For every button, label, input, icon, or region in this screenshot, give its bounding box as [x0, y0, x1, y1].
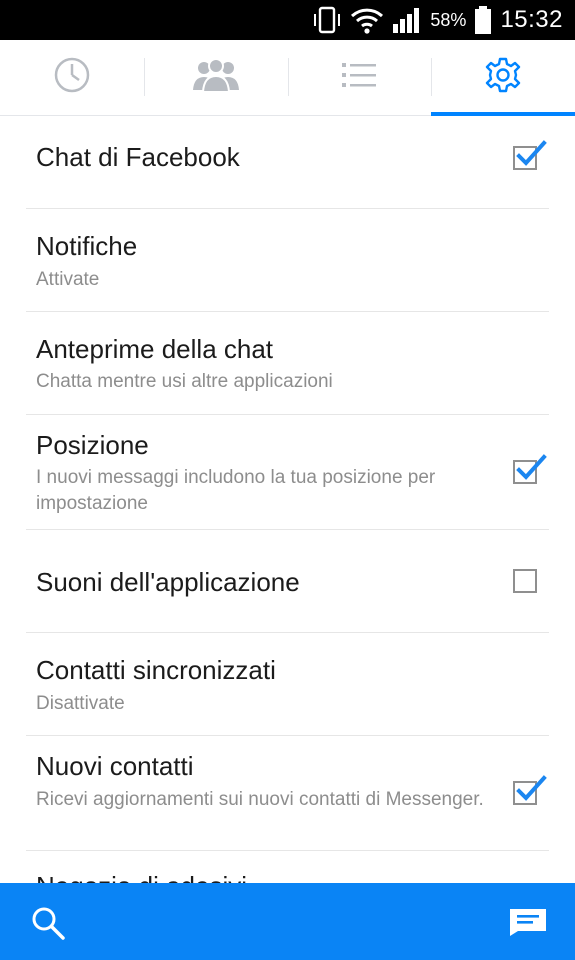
tab-groups[interactable] — [287, 40, 432, 115]
clock-time: 15:32 — [500, 6, 563, 33]
wifi-icon — [350, 6, 384, 34]
tab-recent[interactable] — [0, 40, 144, 115]
status-bar: 58% 15:32 — [0, 0, 575, 40]
setting-title: Suoni dell'applicazione — [36, 567, 300, 597]
setting-new-contacts[interactable]: Nuovi contatti Ricevi aggiornamenti sui … — [26, 736, 549, 851]
setting-subtitle: I nuovi messaggi includono la tua posizi… — [36, 467, 436, 514]
settings-list: Chat di Facebook Notifiche Attivate Ante… — [0, 116, 575, 954]
setting-title: Chat di Facebook — [36, 142, 240, 172]
checkmark-icon — [516, 775, 547, 801]
setting-location[interactable]: Posizione I nuovi messaggi includono la … — [26, 415, 549, 530]
setting-notifications[interactable]: Notifiche Attivate — [26, 209, 549, 312]
signal-icon — [392, 6, 424, 34]
battery-icon — [474, 5, 492, 35]
battery-percent: 58% — [430, 9, 467, 30]
setting-title: Notifiche — [36, 231, 138, 261]
setting-title: Nuovi contatti — [36, 751, 194, 781]
checkmark-icon — [516, 454, 547, 480]
new-contacts-checkbox[interactable] — [513, 775, 547, 805]
setting-facebook-chat[interactable]: Chat di Facebook — [26, 116, 549, 209]
app-sounds-checkbox[interactable] — [513, 569, 537, 593]
setting-subtitle: Chatta mentre usi altre applicazioni — [36, 371, 333, 392]
setting-chat-heads[interactable]: Anteprime della chat Chatta mentre usi a… — [26, 312, 549, 415]
gear-icon — [484, 56, 522, 99]
tab-bar — [0, 40, 575, 116]
setting-title: Contatti sincronizzati — [36, 655, 276, 685]
search-icon[interactable] — [30, 905, 66, 946]
setting-app-sounds[interactable]: Suoni dell'applicazione — [26, 530, 549, 633]
people-icon — [190, 57, 242, 98]
location-checkbox[interactable] — [513, 454, 547, 484]
tab-settings[interactable] — [431, 40, 575, 116]
setting-subtitle: Ricevi aggiornamenti sui nuovi contatti … — [36, 789, 484, 810]
setting-subtitle: Disattivate — [36, 693, 125, 714]
tab-people[interactable] — [143, 40, 288, 115]
checkmark-icon — [516, 140, 547, 166]
setting-subtitle: Attivate — [36, 269, 100, 290]
setting-title: Posizione — [36, 430, 149, 460]
vibrate-icon — [312, 5, 342, 35]
new-message-icon[interactable] — [508, 907, 548, 942]
bottom-bar — [0, 883, 575, 960]
facebook-chat-checkbox[interactable] — [513, 140, 547, 170]
setting-synced-contacts[interactable]: Contatti sincronizzati Disattivate — [26, 633, 549, 736]
clock-icon — [53, 56, 91, 99]
setting-title: Anteprime della chat — [36, 334, 274, 364]
list-icon — [341, 60, 377, 95]
